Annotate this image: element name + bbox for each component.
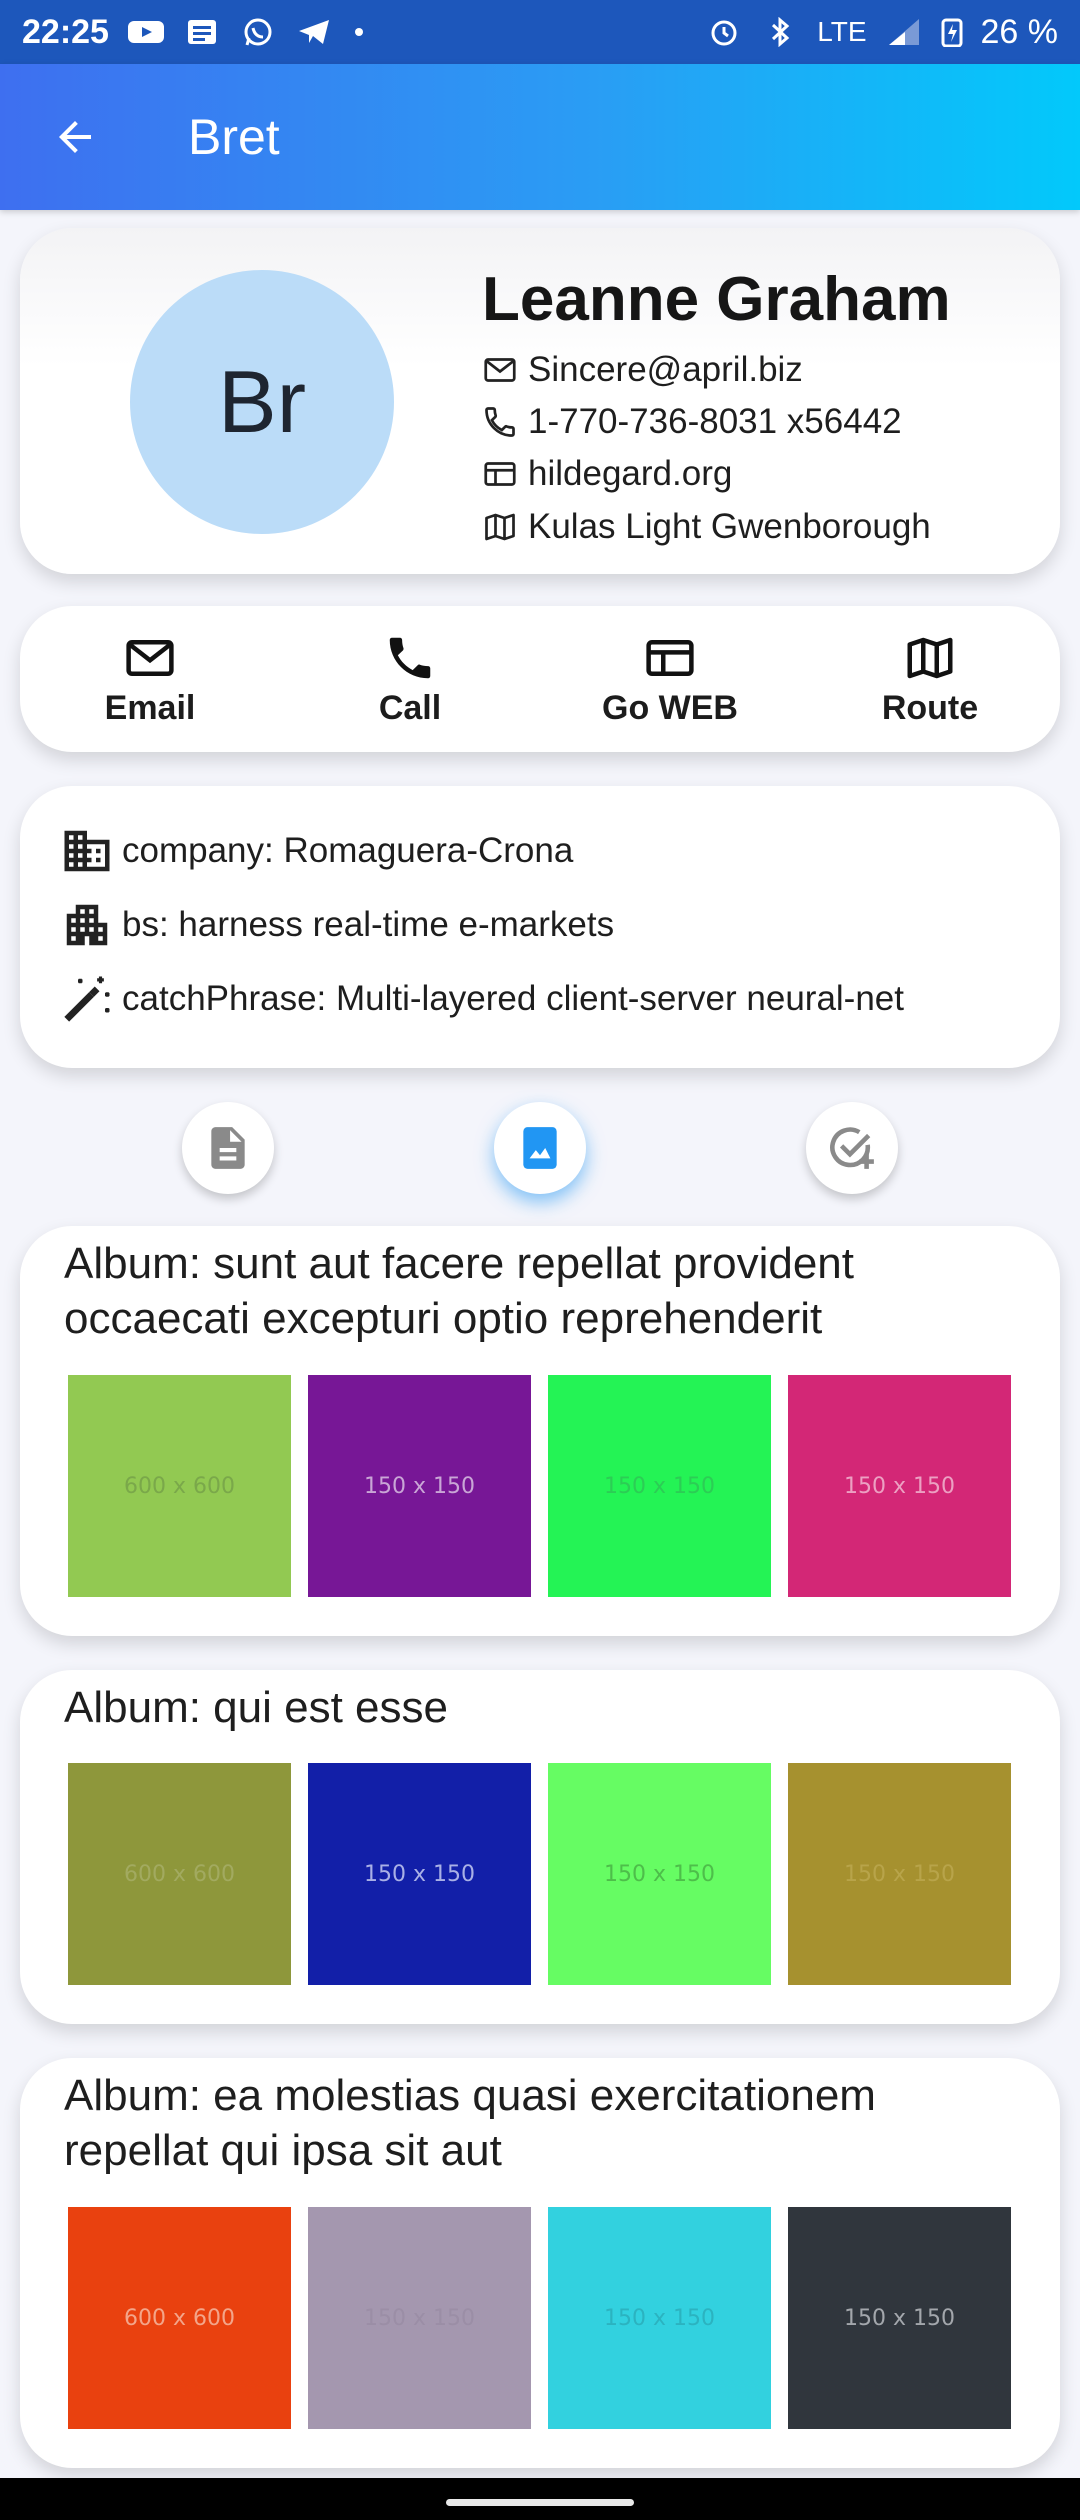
company-bs: bs: harness real-time e-markets <box>122 905 615 944</box>
go-web-button-label: Go WEB <box>602 688 738 727</box>
album-photos: 600 x 600 150 x 150 150 x 150 150 x 150 <box>68 1763 1011 1985</box>
photo-label: 600 x 600 <box>124 2305 235 2331</box>
status-bar-left: 22:25 <box>22 13 367 52</box>
map-icon <box>907 637 953 678</box>
task-add-icon <box>830 1127 874 1169</box>
company-card: company: Romaguera-Crona bs: harness rea… <box>20 786 1060 1068</box>
domain-icon <box>64 830 110 872</box>
email-button-label: Email <box>104 688 196 727</box>
photo-label: 600 x 600 <box>124 1861 235 1887</box>
battery-level: 26 % <box>980 12 1059 51</box>
photo-label: 150 x 150 <box>844 1473 955 1499</box>
photo-thumbnail[interactable]: 150 x 150 <box>308 1763 531 1985</box>
profile-name: Leanne Graham <box>482 265 951 334</box>
page-title: Bret <box>188 109 280 165</box>
status-bar-right: LTE 26 % <box>705 13 1058 52</box>
contact-address[interactable]: Kulas Light Gwenborough <box>482 507 931 547</box>
album-card[interactable]: Album: qui est esse 600 x 600 150 x 150 … <box>20 1670 1060 2024</box>
status-bar: 22:25 LTE 26 % <box>0 0 1080 64</box>
email-button[interactable]: Email <box>20 606 280 752</box>
whatsapp-icon <box>244 18 272 46</box>
photo-label: 150 x 150 <box>604 2305 715 2331</box>
status-time: 22:25 <box>22 12 109 51</box>
company-name: company: Romaguera-Crona <box>122 831 574 870</box>
news-icon <box>187 20 216 44</box>
mail-outline-icon <box>484 358 516 382</box>
photo-thumbnail[interactable]: 600 x 600 <box>68 2207 291 2429</box>
album-photos: 600 x 600 150 x 150 150 x 150 150 x 150 <box>68 2207 1011 2429</box>
bluetooth-icon <box>772 17 790 47</box>
photo-label: 150 x 150 <box>364 1473 475 1499</box>
contact-website-text: hildegard.org <box>528 454 733 493</box>
bs-row: bs: harness real-time e-markets <box>60 898 614 952</box>
photo-thumbnail[interactable]: 150 x 150 <box>788 1763 1011 1985</box>
magic-wand-icon <box>64 976 110 1022</box>
photo-label: 150 x 150 <box>844 1861 955 1887</box>
profile-card: Br Leanne Graham Sincere@april.biz 1-770… <box>20 228 1060 574</box>
avatar-initials: Br <box>218 352 306 451</box>
contact-address-text: Kulas Light Gwenborough <box>528 507 931 546</box>
contact-website[interactable]: hildegard.org <box>482 454 732 494</box>
youtube-icon <box>127 21 164 43</box>
tab-albums[interactable] <box>494 1102 586 1194</box>
article-icon <box>211 1127 245 1169</box>
album-title: Album: ea molestias quasi exercitationem… <box>64 2071 876 2175</box>
contact-phone-text: 1-770-736-8031 x56442 <box>528 402 902 441</box>
telegram-icon <box>298 20 329 44</box>
album-title: Album: qui est esse <box>64 1683 448 1732</box>
photo-thumbnail[interactable]: 150 x 150 <box>788 1375 1011 1597</box>
network-type: LTE <box>817 16 867 47</box>
company-catchphrase: catchPhrase: Multi-layered client-server… <box>122 979 904 1018</box>
album-title: Album: sunt aut facere repellat providen… <box>64 1239 855 1343</box>
apartment-icon <box>66 904 108 946</box>
tab-todos[interactable] <box>806 1102 898 1194</box>
actions-card: Email Call Go WEB Route <box>20 606 1060 752</box>
avatar: Br <box>130 270 394 534</box>
contact-phone[interactable]: 1-770-736-8031 x56442 <box>482 402 902 442</box>
go-web-button[interactable]: Go WEB <box>540 606 800 752</box>
dot-icon <box>354 28 363 36</box>
album-card[interactable]: Album: ea molestias quasi exercitationem… <box>20 2058 1060 2468</box>
route-button-label: Route <box>881 688 979 727</box>
phone-icon <box>485 407 515 437</box>
photo-thumbnail[interactable]: 150 x 150 <box>308 1375 531 1597</box>
company-row: company: Romaguera-Crona <box>60 824 573 878</box>
arrow-back-icon <box>59 121 91 153</box>
photo-label: 150 x 150 <box>364 2305 475 2331</box>
call-button[interactable]: Call <box>280 606 540 752</box>
photo-label: 600 x 600 <box>124 1473 235 1499</box>
app-bar: Bret <box>0 64 1080 210</box>
photo-label: 150 x 150 <box>844 2305 955 2331</box>
home-gesture-handle[interactable] <box>446 2499 634 2506</box>
catchphrase-row: catchPhrase: Multi-layered client-server… <box>60 972 904 1026</box>
photo-label: 150 x 150 <box>604 1861 715 1887</box>
web-icon <box>646 639 694 676</box>
map-icon <box>485 513 515 541</box>
photo-album-icon <box>523 1127 557 1169</box>
photo-label: 150 x 150 <box>364 1861 475 1887</box>
system-nav-bar <box>0 2478 1080 2520</box>
photo-thumbnail[interactable]: 600 x 600 <box>68 1763 291 1985</box>
call-button-label: Call <box>378 688 442 727</box>
photo-thumbnail[interactable]: 150 x 150 <box>548 1763 771 1985</box>
mail-icon <box>126 639 174 676</box>
alarm-icon <box>711 20 737 46</box>
photo-thumbnail[interactable]: 600 x 600 <box>68 1375 291 1597</box>
tab-posts[interactable] <box>182 1102 274 1194</box>
photo-label: 150 x 150 <box>604 1473 715 1499</box>
album-card[interactable]: Album: sunt aut facere repellat providen… <box>20 1226 1060 1636</box>
contact-email[interactable]: Sincere@april.biz <box>482 350 803 390</box>
signal-icon <box>888 19 919 45</box>
back-button[interactable] <box>0 64 150 210</box>
photo-thumbnail[interactable]: 150 x 150 <box>788 2207 1011 2429</box>
photo-thumbnail[interactable]: 150 x 150 <box>548 2207 771 2429</box>
battery-charging-icon <box>941 18 962 47</box>
photo-thumbnail[interactable]: 150 x 150 <box>548 1375 771 1597</box>
phone-icon <box>389 637 431 678</box>
photo-thumbnail[interactable]: 150 x 150 <box>308 2207 531 2429</box>
contact-email-text: Sincere@april.biz <box>528 350 803 389</box>
route-button[interactable]: Route <box>800 606 1060 752</box>
web-icon <box>484 462 516 486</box>
album-photos: 600 x 600 150 x 150 150 x 150 150 x 150 <box>68 1375 1011 1597</box>
